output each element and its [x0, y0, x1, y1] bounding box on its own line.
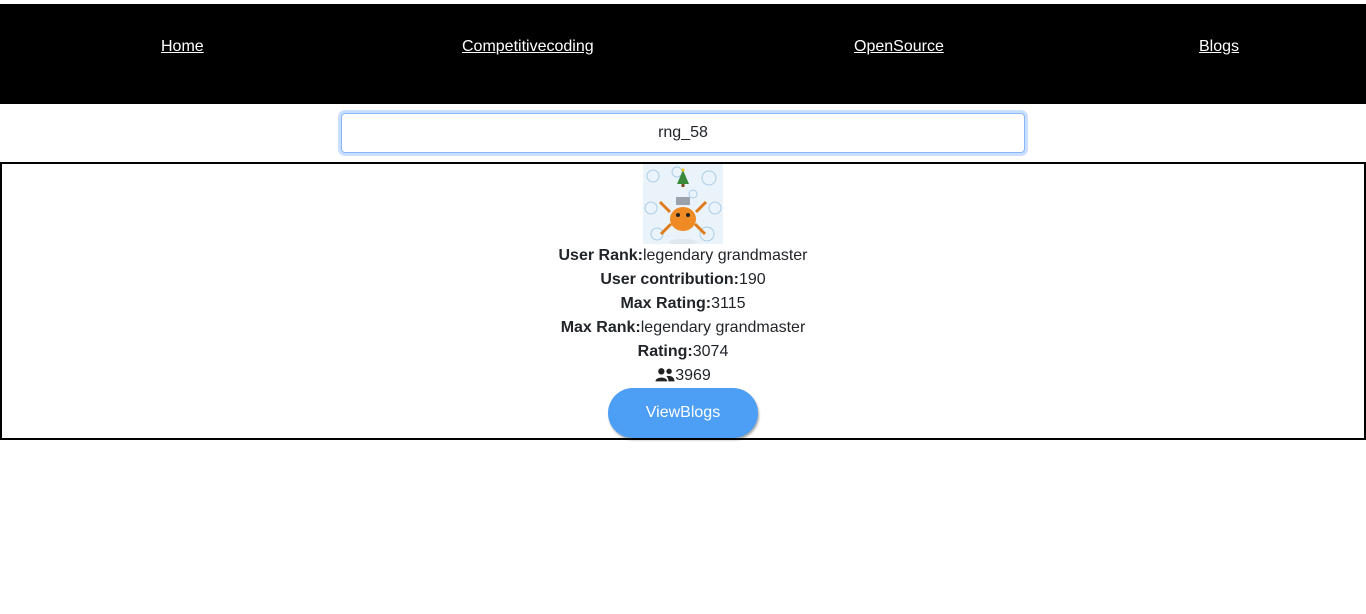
rating-row: Rating:3074: [2, 340, 1364, 364]
user-contribution-label: User contribution:: [600, 271, 739, 288]
friends-count: 3969: [675, 367, 711, 384]
navbar: Home Competitivecoding OpenSource Blogs: [0, 4, 1366, 104]
user-rank-label: User Rank:: [558, 247, 643, 264]
user-contribution-value: 190: [738, 271, 766, 288]
user-contribution-row: User contribution:190: [2, 268, 1364, 292]
nav-link-competitivecoding[interactable]: Competitivecoding: [462, 38, 594, 56]
max-rank-row: Max Rank:legendary grandmaster: [2, 316, 1364, 340]
nav-link-opensource[interactable]: OpenSource: [854, 38, 944, 56]
nav-link-home[interactable]: Home: [161, 38, 204, 56]
max-rating-row: Max Rating:3115: [2, 292, 1364, 316]
profile-card: User Rank:legendary grandmaster User con…: [0, 162, 1366, 440]
avatar-image: [643, 164, 723, 244]
nav-link-blogs[interactable]: Blogs: [1199, 38, 1239, 56]
user-rank-value: legendary grandmaster: [642, 247, 808, 264]
max-rating-value: 3115: [711, 295, 746, 312]
users-icon: [655, 368, 675, 382]
rating-value: 3074: [692, 343, 729, 360]
max-rank-value: legendary grandmaster: [640, 319, 806, 336]
friends-row: 3969: [2, 364, 1364, 388]
max-rating-label: Max Rating:: [620, 295, 712, 312]
search-container: [0, 104, 1366, 162]
user-rank-row: User Rank:legendary grandmaster: [2, 244, 1364, 268]
max-rank-label: Max Rank:: [560, 319, 641, 336]
rating-label: Rating:: [637, 343, 693, 360]
username-search-input[interactable]: [341, 113, 1025, 153]
view-blogs-button[interactable]: ViewBlogs: [608, 388, 758, 438]
